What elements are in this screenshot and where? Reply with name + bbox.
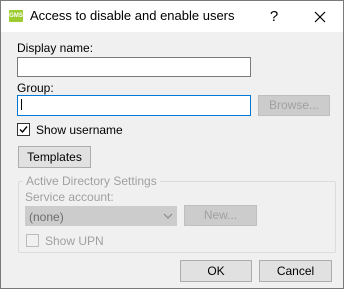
dialog-window: GMS Access to disable and enable users ?… <box>0 0 344 289</box>
service-account-value: (none) <box>29 210 64 224</box>
service-account-label: Service account: <box>25 190 114 204</box>
show-username-label: Show username <box>36 123 123 137</box>
help-button[interactable]: ? <box>257 1 291 32</box>
templates-button[interactable]: Templates <box>18 146 91 168</box>
chevron-down-icon <box>163 213 173 219</box>
display-name-input[interactable] <box>17 57 251 77</box>
ok-button[interactable]: OK <box>180 260 252 282</box>
title-bar: GMS Access to disable and enable users ? <box>1 1 343 32</box>
active-directory-legend: Active Directory Settings <box>23 174 160 188</box>
app-icon: GMS <box>9 10 23 22</box>
window-title: Access to disable and enable users <box>30 8 235 23</box>
show-upn-label: Show UPN <box>45 234 104 248</box>
display-name-label: Display name: <box>17 41 94 55</box>
checkmark-icon <box>19 126 28 134</box>
close-button[interactable] <box>297 1 343 32</box>
group-input[interactable] <box>17 95 251 116</box>
service-account-select[interactable]: (none) <box>25 206 177 226</box>
cancel-button[interactable]: Cancel <box>259 260 332 282</box>
show-upn-checkbox[interactable] <box>26 234 39 247</box>
group-label: Group: <box>17 81 54 95</box>
text-caret <box>21 99 22 110</box>
close-icon <box>314 11 326 22</box>
show-username-checkbox[interactable] <box>17 123 30 136</box>
browse-button[interactable]: Browse... <box>258 95 330 116</box>
new-button[interactable]: New... <box>184 205 257 226</box>
